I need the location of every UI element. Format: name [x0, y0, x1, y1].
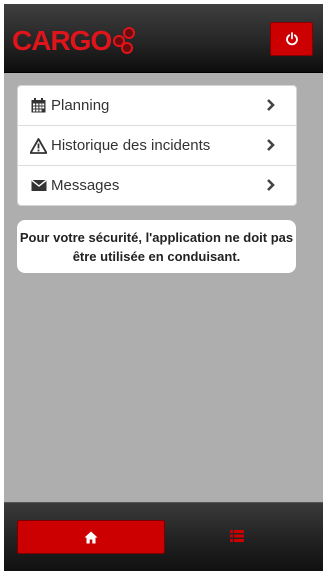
logo-text: CARGO	[12, 25, 112, 56]
safety-notice-text: Pour votre sécurité, l'application ne do…	[19, 229, 294, 264]
chevron-right-icon	[267, 139, 275, 151]
main-menu: Planning Historique des incidents Messag…	[17, 85, 297, 206]
chevron-right-icon	[267, 179, 275, 191]
header: CARGO	[4, 4, 323, 73]
warning-icon	[30, 137, 47, 154]
footer-tabbar	[4, 502, 323, 571]
app-frame: CARGO Planning Historique des incidents …	[4, 4, 323, 571]
logo: CARGO	[12, 24, 143, 58]
envelope-icon	[30, 177, 47, 194]
home-icon	[84, 531, 98, 543]
tab-list[interactable]	[167, 520, 307, 552]
safety-notice: Pour votre sécurité, l'application ne do…	[17, 220, 296, 273]
menu-item-label: Historique des incidents	[51, 137, 211, 154]
menu-item-label: Planning	[51, 97, 110, 114]
calendar-icon	[30, 97, 47, 114]
logo-molecule-icon	[109, 25, 143, 57]
menu-item-messages[interactable]: Messages	[18, 166, 296, 205]
menu-item-planning[interactable]: Planning	[18, 86, 296, 126]
list-icon	[230, 530, 244, 542]
tab-home[interactable]	[17, 520, 165, 554]
power-button[interactable]	[270, 22, 313, 56]
menu-item-historique[interactable]: Historique des incidents	[18, 126, 296, 166]
chevron-right-icon	[267, 99, 275, 111]
menu-item-label: Messages	[51, 177, 120, 194]
power-icon	[285, 32, 298, 46]
